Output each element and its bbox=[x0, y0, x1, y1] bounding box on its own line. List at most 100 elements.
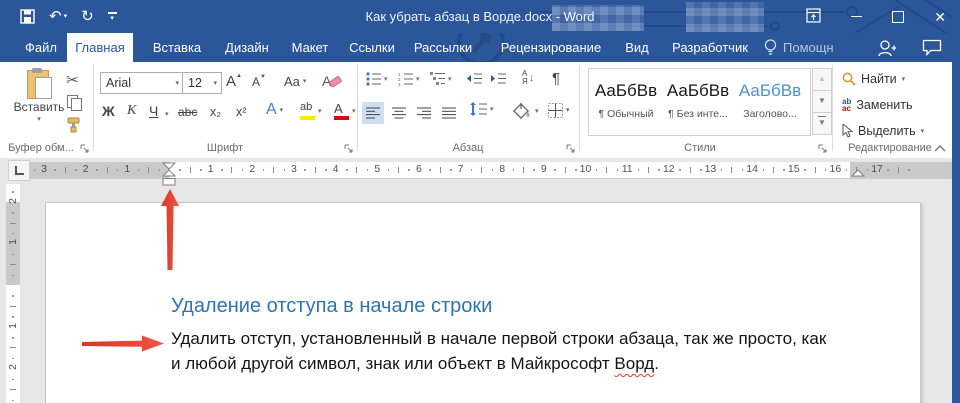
collapse-ribbon-button[interactable] bbox=[934, 144, 946, 152]
bold-button[interactable]: Ж bbox=[102, 104, 115, 118]
scissors-icon: ✂ bbox=[66, 73, 79, 88]
style-name: ¶ Обычный bbox=[591, 108, 661, 120]
word-window: ↶▾ ↻ ▾ Как убрать абзац в Ворде.docx - W… bbox=[0, 0, 960, 403]
borders-button[interactable]: ▾ bbox=[548, 103, 570, 118]
style-preview: АаБбВв bbox=[591, 81, 661, 101]
annotation-arrow-up bbox=[155, 188, 185, 272]
font-size-combobox[interactable]: 12 ▾ bbox=[182, 72, 222, 94]
ribbon-display-options-button[interactable] bbox=[806, 8, 821, 25]
multilevel-list-button[interactable]: ▾ bbox=[430, 72, 452, 86]
show-formatting-marks-button[interactable]: ¶ bbox=[552, 71, 560, 86]
left-tab-icon bbox=[15, 166, 24, 175]
chevron-down-icon: ▾ bbox=[535, 108, 539, 115]
copy-icon bbox=[67, 95, 81, 110]
numbering-button[interactable]: 123 ▾ bbox=[398, 72, 420, 86]
superscript-button[interactable]: x² bbox=[236, 106, 246, 119]
styles-more-button[interactable]: ▼ bbox=[812, 112, 832, 135]
line-spacing-button[interactable]: ▾ bbox=[470, 102, 494, 116]
font-name-combobox[interactable]: Arial ▾ bbox=[100, 72, 184, 94]
format-painter-button[interactable] bbox=[66, 117, 82, 133]
tab-home[interactable]: Главная bbox=[67, 33, 133, 62]
subscript-label: x₂ bbox=[210, 106, 221, 119]
tab-view[interactable]: Вид bbox=[614, 33, 660, 62]
cut-button[interactable]: ✂ bbox=[66, 73, 79, 88]
bullet-list-icon bbox=[366, 72, 382, 86]
chevron-down-icon: ▾ bbox=[490, 106, 494, 113]
format-painter-icon bbox=[66, 117, 82, 133]
misspelled-word: Ворд bbox=[614, 354, 654, 373]
strikethrough-button[interactable]: abc bbox=[178, 106, 197, 118]
font-dialog-launcher[interactable] bbox=[344, 144, 354, 154]
font-color-button[interactable]: А ▾ bbox=[334, 102, 356, 120]
justify-button[interactable] bbox=[438, 102, 460, 124]
change-case-button[interactable]: Aa ▾ bbox=[284, 75, 306, 88]
select-button[interactable]: Выделить ▾ bbox=[842, 124, 924, 138]
tell-me-box[interactable]: Помощн bbox=[764, 33, 834, 62]
shrink-font-button[interactable]: А ▼ bbox=[252, 76, 266, 88]
chevron-down-icon: ▾ bbox=[902, 75, 906, 83]
replace-button[interactable]: abac Заменить bbox=[842, 98, 913, 112]
bold-label: Ж bbox=[102, 104, 115, 118]
close-button[interactable]: ✕ bbox=[934, 10, 946, 24]
align-right-button[interactable] bbox=[413, 102, 435, 124]
tab-file[interactable]: Файл bbox=[16, 33, 66, 62]
copy-button[interactable] bbox=[67, 95, 81, 110]
left-indent-marker[interactable] bbox=[162, 178, 176, 186]
tab-layout[interactable]: Макет bbox=[282, 33, 338, 62]
paragraph-dialog-launcher[interactable] bbox=[566, 144, 576, 154]
find-button[interactable]: Найти ▾ bbox=[842, 72, 905, 86]
style-normal[interactable]: АаБбВв ¶ Обычный bbox=[591, 72, 661, 130]
chevron-down-icon: ▾ bbox=[175, 79, 179, 87]
paragraph-group-label: Абзац bbox=[428, 142, 508, 156]
style-heading1[interactable]: АаБбВв Заголово... bbox=[735, 72, 805, 130]
grow-font-button[interactable]: А ▲ bbox=[226, 74, 242, 89]
text-effects-button[interactable]: А ▾ bbox=[266, 102, 283, 118]
tab-selector-button[interactable] bbox=[8, 160, 30, 181]
ribbon: Вставить ▾ ✂ Буфер обм... Arial ▾ bbox=[0, 62, 960, 159]
tab-review[interactable]: Рецензирование bbox=[494, 33, 608, 62]
minimize-button[interactable] bbox=[851, 16, 862, 18]
increase-indent-icon bbox=[490, 72, 507, 86]
decrease-indent-button[interactable] bbox=[466, 72, 483, 86]
style-name: Заголово... bbox=[735, 108, 805, 120]
paste-label: Вставить bbox=[14, 101, 65, 113]
title-bar: ↶▾ ↻ ▾ Как убрать абзац в Ворде.docx - W… bbox=[0, 0, 960, 33]
subscript-button[interactable]: x₂ bbox=[210, 106, 221, 119]
paste-button[interactable]: Вставить ▾ bbox=[16, 68, 62, 123]
text-effects-letter: А bbox=[266, 102, 277, 118]
styles-scroll-down-button[interactable]: ▼ bbox=[812, 90, 832, 113]
tell-me-label: Помощн bbox=[783, 40, 834, 55]
tab-developer[interactable]: Разработчик bbox=[664, 33, 756, 62]
maximize-button[interactable] bbox=[892, 11, 904, 23]
align-left-button[interactable] bbox=[362, 102, 384, 124]
chevron-down-icon: ▾ bbox=[37, 116, 41, 123]
highlight-color-button[interactable]: ab ▾ bbox=[300, 102, 322, 120]
tab-insert[interactable]: Вставка bbox=[144, 33, 210, 62]
tab-design[interactable]: Дизайн bbox=[216, 33, 278, 62]
styles-scroll-up-button[interactable]: ▲ bbox=[812, 68, 832, 91]
vertical-ruler[interactable]: 2112 bbox=[6, 184, 20, 403]
comments-button[interactable] bbox=[922, 33, 942, 62]
align-center-button[interactable] bbox=[388, 102, 410, 124]
tab-references[interactable]: Ссылки bbox=[342, 33, 402, 62]
lightbulb-icon bbox=[764, 39, 777, 56]
right-indent-marker[interactable] bbox=[851, 169, 865, 177]
tab-mailings[interactable]: Рассылки bbox=[406, 33, 480, 62]
styles-dialog-launcher[interactable] bbox=[818, 144, 828, 154]
window-controls: ✕ bbox=[806, 0, 946, 33]
underline-button[interactable]: Ч bbox=[149, 104, 158, 118]
chevron-down-icon[interactable]: ▾ bbox=[165, 110, 169, 118]
share-button[interactable] bbox=[876, 33, 896, 62]
chevron-down-icon: ▾ bbox=[352, 108, 356, 115]
clear-formatting-button[interactable]: А bbox=[322, 72, 342, 91]
hanging-indent-marker[interactable] bbox=[162, 169, 176, 177]
sort-button[interactable]: АЯ ↓ bbox=[522, 70, 534, 86]
bullets-button[interactable]: ▾ bbox=[366, 72, 388, 86]
shading-button[interactable]: ▾ bbox=[512, 102, 539, 120]
increase-indent-button[interactable] bbox=[490, 72, 507, 86]
document-area: 3211234567891011121314151617 2112 Удален… bbox=[0, 158, 960, 403]
italic-button[interactable]: К bbox=[127, 104, 136, 118]
clipboard-dialog-launcher[interactable] bbox=[80, 144, 90, 154]
editing-group-label: Редактирование bbox=[836, 142, 944, 156]
style-no-spacing[interactable]: АаБбВв ¶ Без инте... bbox=[663, 72, 733, 130]
